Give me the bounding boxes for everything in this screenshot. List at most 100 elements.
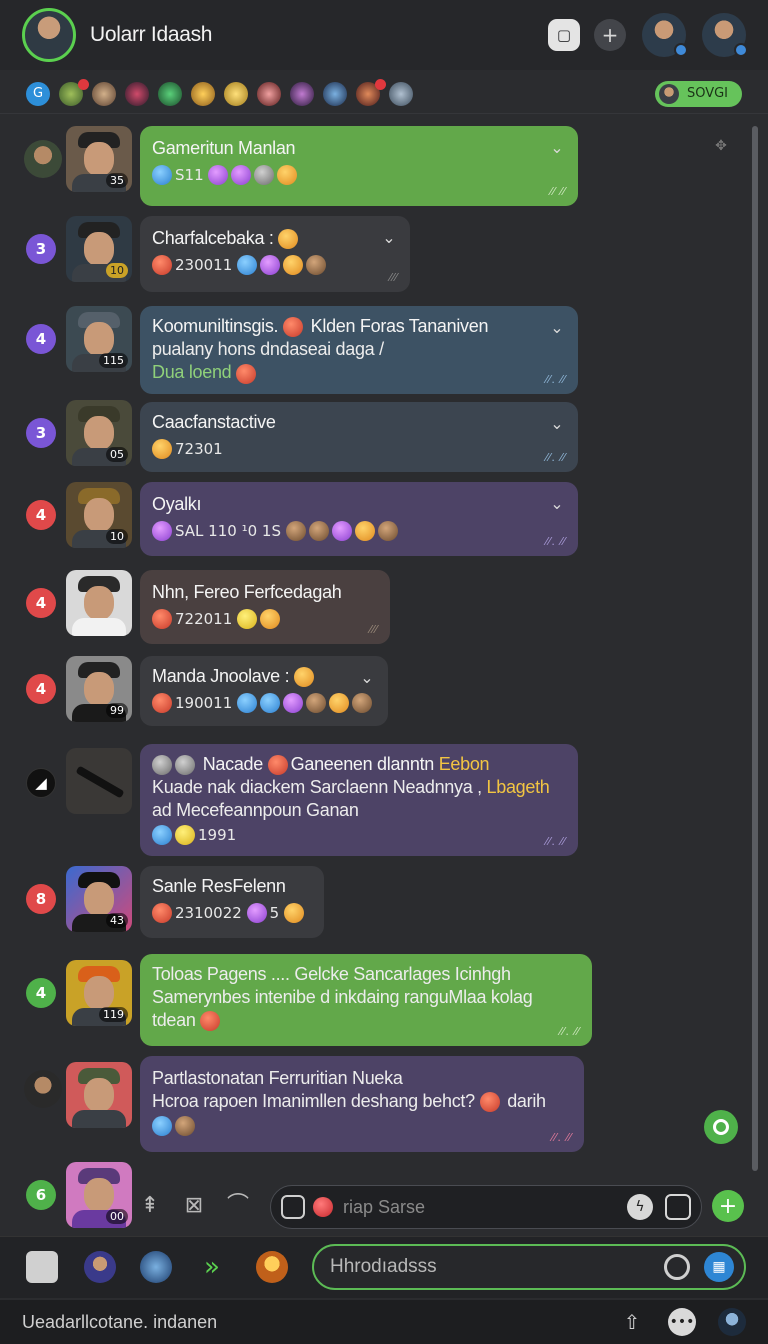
- meta-text: SAL 110 ¹0 1S: [175, 522, 281, 540]
- record-icon[interactable]: [313, 1197, 333, 1217]
- chat-name-text: Nacade: [202, 754, 264, 774]
- story-chip[interactable]: [323, 81, 347, 106]
- chat-bubble[interactable]: Nacade Ganeenen dlanntn Eebon Kuade nak …: [140, 744, 578, 856]
- chevron-down-icon[interactable]: ⌄: [358, 668, 376, 687]
- avatar: 43: [66, 866, 132, 932]
- story-chip[interactable]: [257, 81, 281, 106]
- profile-avatar[interactable]: [22, 8, 76, 62]
- group-avatar: [24, 1070, 62, 1108]
- avatar-face: [84, 586, 114, 620]
- chat-bubble[interactable]: Oyalkı SAL 110 ¹0 1S ⌄ ⁄⁄. ⁄⁄: [140, 482, 578, 556]
- chevron-down-icon[interactable]: ⌄: [548, 318, 566, 337]
- sticker-icon: [306, 255, 327, 276]
- square-button-icon[interactable]: ▢: [548, 19, 580, 51]
- message-text: Dua loend: [152, 362, 232, 383]
- settings-icon[interactable]: [664, 1254, 690, 1280]
- online-pill[interactable]: SOVGI: [654, 80, 742, 107]
- story-chip[interactable]: [191, 81, 215, 106]
- expand-icon[interactable]: [665, 1194, 691, 1220]
- message-line: tdean: [152, 1010, 580, 1032]
- unread-count-badge: 8: [26, 884, 56, 914]
- story-chip[interactable]: [158, 81, 182, 106]
- message-text: Kuade nak diackem Sarclaenn Neadnnya ,: [152, 777, 482, 798]
- fast-forward-icon[interactable]: »: [196, 1251, 228, 1283]
- sticker-icon: [331, 521, 352, 541]
- meta-text: 1991: [198, 826, 237, 845]
- unread-count-badge: 6: [26, 1180, 56, 1210]
- read-ticks-icon: ⁄⁄. ⁄⁄: [551, 1131, 572, 1144]
- chat-bubble[interactable]: Partlastonatan Ferruritian Nueka Hcroa r…: [140, 1056, 584, 1152]
- scrollbar[interactable]: [752, 126, 758, 1171]
- plus-icon[interactable]: +: [594, 19, 626, 51]
- group-badge-icon: ◢: [26, 768, 56, 798]
- story-chip[interactable]: [125, 81, 149, 106]
- globe-icon[interactable]: [140, 1251, 172, 1283]
- avatar-face: [84, 322, 114, 356]
- chat-name-text: Manda Jnoolave :: [152, 666, 290, 686]
- share-icon[interactable]: ⇧: [618, 1308, 646, 1336]
- avatar: 115: [66, 306, 132, 372]
- chat-bubble[interactable]: Nhn, Fereo Ferfcedagah 722011 ⁄⁄⁄: [140, 570, 390, 644]
- chat-bubble[interactable]: Manda Jnoolave : 190011 ⌄: [140, 656, 388, 726]
- chat-name: Charfalcebaka :: [152, 228, 398, 250]
- chat-name: Koomuniltinsgis. Klden Foras Tananiven: [152, 316, 566, 338]
- burger-emoji-icon: [267, 755, 288, 776]
- bottom-toolbar: » ▦: [0, 1236, 768, 1298]
- meta-text: 722011: [175, 610, 233, 628]
- chat-bubble[interactable]: Koomuniltinsgis. Klden Foras Tananiven p…: [140, 306, 578, 394]
- level-badge: 05: [106, 447, 128, 462]
- face-emoji-icon: [294, 667, 314, 688]
- message-line: Dua loend: [152, 362, 566, 384]
- search-input[interactable]: [330, 1256, 664, 1278]
- chevron-down-icon[interactable]: ⌄: [380, 228, 398, 247]
- avatar: [66, 748, 132, 814]
- attachment-icon[interactable]: [281, 1195, 305, 1219]
- story-chip[interactable]: [92, 81, 116, 106]
- chat-bubble[interactable]: Toloas Pagens .... Gelcke Sancarlages Ic…: [140, 954, 592, 1046]
- user-avatar[interactable]: [718, 1308, 746, 1336]
- add-button[interactable]: +: [712, 1190, 744, 1222]
- chevron-down-icon[interactable]: ⌄: [548, 414, 566, 433]
- scroll-down-button[interactable]: [704, 1110, 738, 1144]
- contact-avatar[interactable]: [702, 13, 748, 57]
- g-badge-icon[interactable]: G: [26, 81, 50, 106]
- sidebar-toggle-icon[interactable]: [26, 1251, 58, 1283]
- app-title: Uolarr Idaash: [90, 23, 213, 46]
- chat-name: Caacfanstactive: [152, 412, 276, 432]
- more-icon[interactable]: •••: [668, 1308, 696, 1336]
- chevron-down-icon[interactable]: ⌄: [548, 138, 566, 157]
- sticker-icon: [246, 903, 267, 923]
- inbox-icon[interactable]: ⊠: [180, 1192, 208, 1220]
- level-badge: 10: [106, 529, 128, 544]
- upload-icon[interactable]: ⇞: [136, 1192, 164, 1220]
- avatar-body: [72, 618, 126, 636]
- face-emoji-icon: [152, 439, 172, 459]
- sticker-icon: [306, 693, 327, 714]
- highlight-text: Lbageth: [486, 777, 550, 798]
- contact-avatar[interactable]: [642, 13, 688, 57]
- story-chip[interactable]: [389, 81, 413, 106]
- story-chip[interactable]: [224, 81, 248, 106]
- unread-count-badge: 4: [26, 324, 56, 354]
- burger-emoji-icon: [479, 1092, 500, 1113]
- status-dot-icon: [674, 43, 688, 57]
- read-ticks-icon: ⁄⁄. ⁄⁄: [559, 1025, 580, 1038]
- chat-bubble[interactable]: Charfalcebaka : 230011 ⌄ ⁄⁄⁄: [140, 216, 410, 292]
- chevron-down-icon[interactable]: ⌄: [548, 494, 566, 513]
- story-chip[interactable]: [59, 78, 89, 106]
- message-input[interactable]: [343, 1196, 621, 1218]
- avatar-face: [84, 1178, 114, 1212]
- apps-icon[interactable]: ▦: [704, 1252, 734, 1282]
- chat-bubble[interactable]: Sanle ResFelenn 2310022 5: [140, 866, 324, 938]
- cap-icon[interactable]: ⌒: [224, 1192, 252, 1220]
- story-chip[interactable]: [356, 78, 386, 106]
- story-chip[interactable]: [290, 81, 314, 106]
- user-avatar[interactable]: [84, 1251, 116, 1283]
- avatar: 10: [66, 482, 132, 548]
- sticker-icon: [308, 521, 329, 541]
- chat-bubble[interactable]: Gameritun Manlan S11 ⌄ ⁄⁄ ⁄⁄: [140, 126, 578, 206]
- lightning-icon[interactable]: ϟ: [627, 1194, 653, 1220]
- chat-bubble[interactable]: Caacfanstactive 72301 ⌄ ⁄⁄. ⁄⁄: [140, 402, 578, 472]
- user-avatar[interactable]: [256, 1251, 288, 1283]
- chat-name: Toloas Pagens .... Gelcke Sancarlages Ic…: [152, 964, 511, 984]
